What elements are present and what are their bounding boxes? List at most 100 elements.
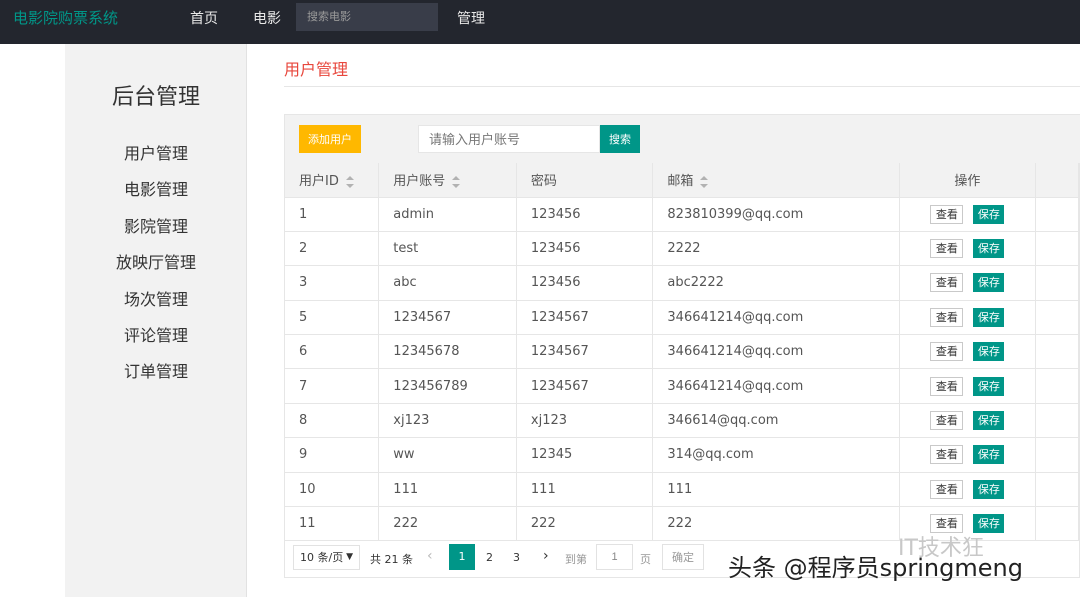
title-divider: [284, 86, 1080, 87]
chevron-down-icon: ▼: [346, 552, 353, 562]
user-table-panel: 添加用户 搜索 用户ID 用户账号 密码 邮箱 操作 1admin1234568…: [284, 114, 1080, 578]
column-header-email[interactable]: 邮箱: [652, 163, 900, 198]
cell-account: xj123: [378, 403, 517, 439]
view-button[interactable]: 查看: [930, 411, 964, 431]
sort-icon[interactable]: [700, 175, 709, 188]
table-row: 5 1234567 1234567 346641214@qq.com 查看 保存: [285, 300, 1079, 336]
cell-account: abc: [378, 265, 517, 301]
cell-user-id: 10: [285, 472, 380, 508]
cell-spacer: [1035, 300, 1079, 336]
column-header-id[interactable]: 用户ID: [285, 163, 380, 198]
goto-confirm-button[interactable]: 确定: [662, 544, 704, 570]
cell-spacer: [1035, 472, 1079, 508]
cell-email: 346614@qq.com: [652, 403, 900, 439]
movie-search-input[interactable]: [296, 3, 438, 31]
sidebar-item-orders[interactable]: 订单管理: [65, 358, 247, 382]
view-button[interactable]: 查看: [930, 445, 964, 465]
view-button[interactable]: 查看: [930, 342, 964, 362]
cell-account: 123456789: [378, 368, 517, 404]
cell-password: 12345: [516, 437, 654, 473]
column-header-spacer: [1035, 163, 1079, 198]
cell-spacer: [1035, 231, 1079, 267]
nav-home[interactable]: 首页: [190, 8, 218, 28]
sidebar-item-halls[interactable]: 放映厅管理: [65, 249, 247, 273]
sort-icon[interactable]: [345, 175, 354, 188]
save-button[interactable]: 保存: [973, 445, 1005, 465]
view-button[interactable]: 查看: [930, 239, 964, 259]
table-row: 9 ww 12345 314@qq.com 查看 保存: [285, 437, 1079, 473]
table-toolbar: 添加用户 搜索: [285, 115, 1080, 163]
save-button[interactable]: 保存: [973, 273, 1005, 293]
cell-email: 346641214@qq.com: [652, 368, 900, 404]
admin-sidebar: 后台管理 用户管理 电影管理 影院管理 放映厅管理 场次管理 评论管理 订单管理: [65, 44, 247, 597]
view-button[interactable]: 查看: [930, 204, 964, 224]
cell-user-id: 9: [285, 437, 380, 473]
cell-actions: 查看 保存: [899, 197, 1037, 232]
cell-password: 1234567: [516, 300, 654, 336]
sidebar-item-users[interactable]: 用户管理: [65, 140, 247, 164]
sidebar-item-movies[interactable]: 电影管理: [65, 176, 247, 200]
page-size-select[interactable]: 10 条/页 ▼: [293, 545, 360, 570]
page-button-current[interactable]: 1: [449, 544, 475, 570]
cell-spacer: [1035, 265, 1079, 301]
next-page-icon[interactable]: ›: [543, 548, 549, 564]
nav-admin[interactable]: 管理: [457, 8, 485, 28]
page-title: 用户管理: [284, 60, 349, 79]
table-row: 6 12345678 1234567 346641214@qq.com 查看 保存: [285, 334, 1079, 370]
view-button[interactable]: 查看: [930, 479, 964, 499]
save-button[interactable]: 保存: [973, 376, 1005, 396]
account-search-input[interactable]: [418, 125, 600, 153]
cell-email: 111: [652, 472, 900, 508]
add-user-button[interactable]: 添加用户: [299, 125, 361, 153]
cell-password: 123456: [516, 265, 654, 301]
sort-icon[interactable]: [452, 175, 461, 188]
cell-actions: 查看 保存: [899, 231, 1037, 267]
cell-user-id: 8: [285, 403, 380, 439]
table-row: 3 abc 123456 abc2222 查看 保存: [285, 265, 1079, 301]
cell-password: 111: [516, 472, 654, 508]
user-table: 用户ID 用户账号 密码 邮箱 操作 1 admin 123456 823810399…: [285, 163, 1079, 542]
sidebar-item-comments[interactable]: 评论管理: [65, 322, 247, 346]
nav-movies[interactable]: 电影: [253, 8, 281, 28]
column-header-account[interactable]: 用户账号: [378, 163, 517, 198]
cell-email: 346641214@qq.com: [652, 334, 900, 370]
view-button[interactable]: 查看: [930, 307, 964, 327]
cell-account: ww: [378, 437, 517, 473]
cell-user-id: 5: [285, 300, 380, 336]
view-button[interactable]: 查看: [930, 273, 964, 293]
cell-user-id: 2: [285, 231, 380, 267]
cell-user-id: 6: [285, 334, 380, 370]
cell-email: abc2222: [652, 265, 900, 301]
save-button[interactable]: 保存: [973, 239, 1005, 259]
cell-account: 1234567: [378, 300, 517, 336]
save-button[interactable]: 保存: [973, 307, 1005, 327]
cell-password: xj123: [516, 403, 654, 439]
cell-user-id: 7: [285, 368, 380, 404]
cell-email: 823810399@qq.com: [652, 197, 900, 232]
cell-actions: 查看 保存: [899, 300, 1037, 336]
brand-logo-text[interactable]: 电影院购票系统: [13, 7, 118, 28]
goto-page-input[interactable]: [596, 544, 633, 570]
cell-user-id: 3: [285, 265, 380, 301]
table-row: 7 123456789 1234567 346641214@qq.com 查看 保存: [285, 368, 1079, 404]
cell-account: 12345678: [378, 334, 517, 370]
sidebar-item-sessions[interactable]: 场次管理: [65, 286, 247, 310]
page-button[interactable]: 2: [486, 551, 493, 564]
page-unit-label: 页: [640, 553, 651, 566]
cell-spacer: [1035, 437, 1079, 473]
cell-email: 314@qq.com: [652, 437, 900, 473]
cell-actions: 查看 保存: [899, 368, 1037, 404]
page-button[interactable]: 3: [513, 551, 520, 564]
save-button[interactable]: 保存: [973, 204, 1005, 224]
search-button[interactable]: 搜索: [600, 125, 640, 153]
cell-email: 346641214@qq.com: [652, 300, 900, 336]
sidebar-item-cinemas[interactable]: 影院管理: [65, 213, 247, 237]
save-button[interactable]: 保存: [973, 342, 1005, 362]
cell-password: 1234567: [516, 334, 654, 370]
view-button[interactable]: 查看: [930, 376, 964, 396]
save-button[interactable]: 保存: [973, 479, 1005, 499]
table-header-row: 用户ID 用户账号 密码 邮箱 操作: [285, 163, 1079, 198]
save-button[interactable]: 保存: [973, 411, 1005, 431]
cell-account: 111: [378, 472, 517, 508]
prev-page-icon[interactable]: ‹: [427, 548, 433, 564]
